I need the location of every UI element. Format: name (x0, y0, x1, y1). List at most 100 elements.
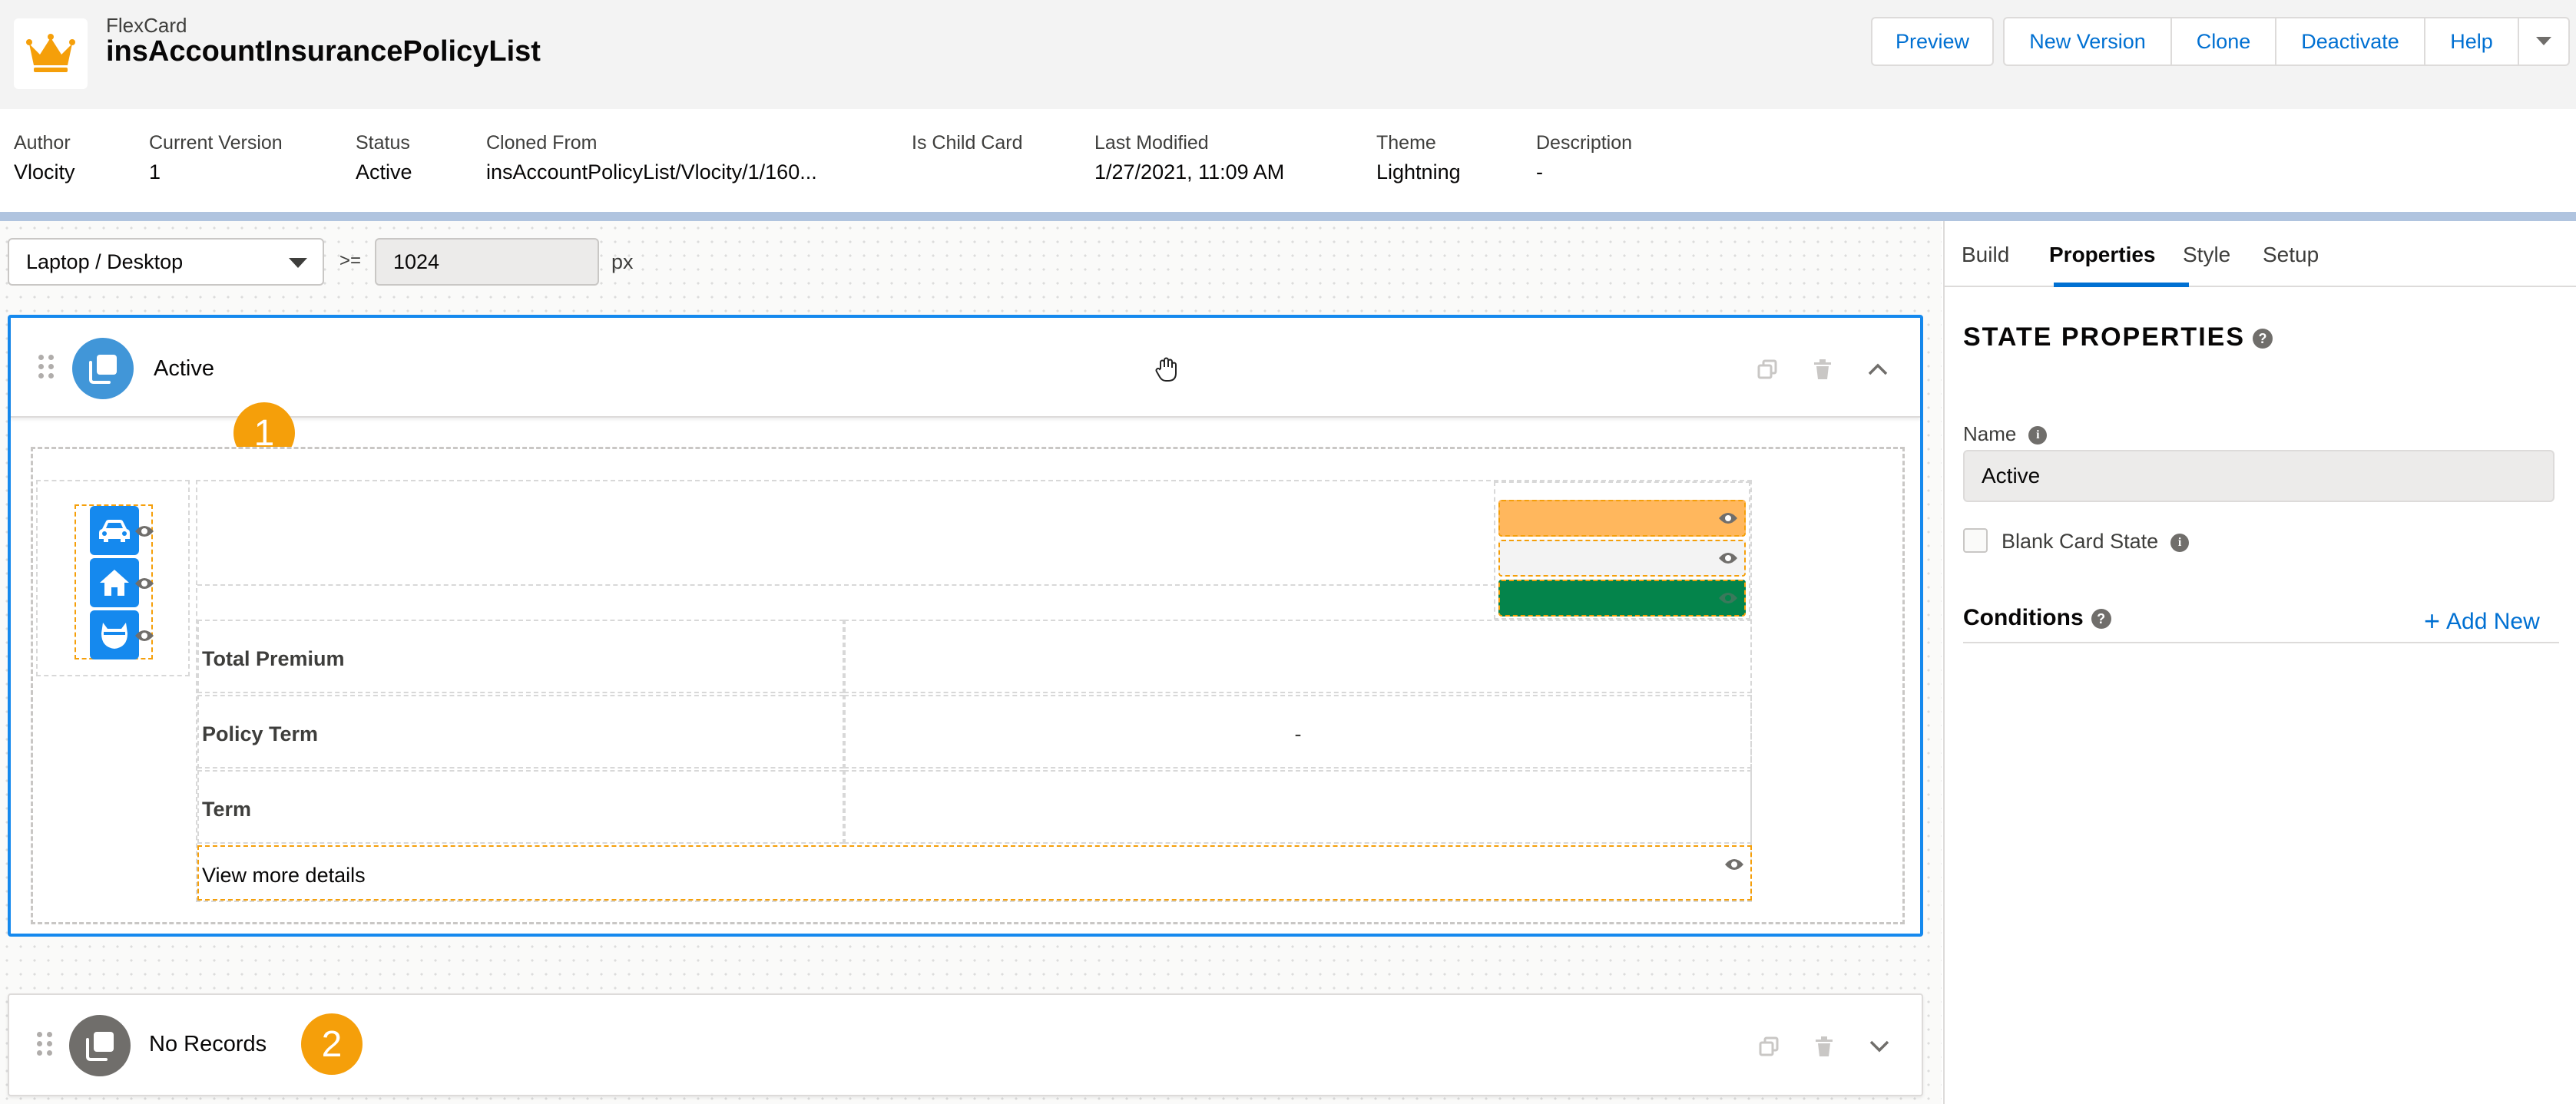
help-button[interactable]: Help (2424, 17, 2519, 66)
app-type-label: FlexCard (106, 14, 187, 37)
deactivate-button[interactable]: Deactivate (2275, 17, 2425, 66)
card-metadata: Author Vlocity Current Version 1 Status … (0, 109, 2576, 212)
view-more-label: View more details (202, 864, 366, 887)
policy-icon-group[interactable] (74, 504, 154, 659)
plus-icon: + (2424, 605, 2441, 636)
clone-state-icon[interactable] (1754, 356, 1780, 382)
meta-value: insAccountPolicyList/Vlocity/1/160... (486, 160, 817, 183)
status-bar-green[interactable] (1498, 580, 1746, 616)
eye-icon[interactable] (134, 629, 154, 643)
meta-description: Description - (1536, 132, 1632, 184)
policy-title-area[interactable] (197, 481, 1495, 586)
drag-handle-icon[interactable] (38, 355, 54, 378)
operator-label: >= (339, 250, 362, 271)
field-label: Term (197, 770, 844, 844)
name-label-text: Name (1963, 422, 2017, 445)
info-icon[interactable]: i (2170, 533, 2190, 552)
copy-icon (89, 355, 117, 384)
chevron-down-icon[interactable] (1866, 1033, 1892, 1059)
clone-button[interactable]: Clone (2170, 17, 2276, 66)
meta-last-modified: Last Modified 1/27/2021, 11:09 AM (1094, 132, 1284, 184)
meta-label: Is Child Card (912, 132, 1023, 154)
delete-state-icon[interactable] (1811, 1033, 1837, 1059)
conditions-title-text: Conditions (1963, 605, 2084, 630)
field-row[interactable]: Term (197, 770, 1752, 844)
divider (1963, 642, 2559, 643)
state-header[interactable]: Active (11, 318, 1920, 418)
device-select[interactable]: Laptop / Desktop (8, 238, 324, 286)
new-version-button[interactable]: New Version (2003, 17, 2172, 66)
preview-button[interactable]: Preview (1871, 17, 1994, 66)
eye-icon[interactable] (1718, 591, 1738, 605)
caret-down-icon (289, 258, 307, 268)
state-no-records[interactable]: No Records 2 (8, 993, 1923, 1096)
field-label: Policy Term (197, 695, 844, 769)
grab-cursor-icon (1154, 356, 1180, 382)
car-icon[interactable] (90, 506, 139, 555)
tab-build[interactable]: Build (1962, 243, 2009, 267)
header: FlexCard insAccountInsurancePolicyList P… (0, 0, 2576, 109)
view-more-details-link[interactable]: View more details (197, 845, 1752, 901)
more-actions-button[interactable] (2518, 17, 2570, 66)
add-new-label: Add New (2446, 609, 2540, 634)
page-title: insAccountInsurancePolicyList (106, 35, 541, 68)
eye-icon[interactable] (1724, 858, 1744, 871)
drag-handle-icon[interactable] (37, 1032, 52, 1056)
info-icon[interactable]: i (2028, 426, 2048, 445)
blank-card-state-checkbox[interactable] (1963, 528, 1988, 553)
clone-state-icon[interactable] (1756, 1033, 1782, 1059)
meta-status: Status Active (356, 132, 412, 184)
pet-icon[interactable] (90, 610, 139, 659)
tab-style[interactable]: Style (2183, 243, 2230, 267)
breakpoint-width-input[interactable]: 1024 (375, 238, 599, 286)
section-title-text: STATE PROPERTIES (1963, 322, 2246, 352)
meta-value: 1 (149, 160, 161, 183)
design-canvas: Laptop / Desktop >= 1024 px Active 1 Tot… (0, 221, 1942, 1104)
state-active[interactable]: Active 1 Total Premium Policy Term - Ter… (8, 315, 1923, 937)
meta-label: Author (14, 132, 71, 154)
add-new-condition-button[interactable]: + Add New (2424, 605, 2540, 637)
blank-card-state-label: Blank Card State i (2002, 530, 2190, 554)
help-icon[interactable]: ? (2091, 609, 2111, 630)
help-icon[interactable]: ? (2253, 329, 2273, 349)
device-select-value: Laptop / Desktop (26, 250, 184, 273)
conditions-title: Conditions? (1963, 605, 2111, 631)
status-bar-gray[interactable] (1498, 540, 1746, 577)
state-name-input[interactable]: Active (1963, 450, 2554, 502)
state-icon (72, 338, 134, 399)
meta-cloned-from: Cloned From insAccountPolicyList/Vlocity… (486, 132, 817, 184)
crown-icon (26, 34, 75, 72)
eye-icon[interactable] (134, 524, 154, 538)
eye-icon[interactable] (1718, 511, 1738, 525)
name-label: Name i (1963, 422, 2048, 446)
meta-label: Description (1536, 132, 1633, 154)
chevron-down-icon (2536, 37, 2551, 45)
delete-state-icon[interactable] (1809, 356, 1836, 382)
meta-theme: Theme Lightning (1376, 132, 1461, 184)
properties-panel: Build Properties Style Setup STATE PROPE… (1943, 221, 2576, 1104)
eye-icon[interactable] (1718, 551, 1738, 565)
state-name: Active (154, 356, 214, 381)
home-icon[interactable] (90, 558, 139, 607)
tab-properties[interactable]: Properties (2049, 243, 2156, 267)
field-value: - (844, 695, 1752, 769)
eye-icon[interactable] (134, 577, 154, 590)
step-marker-2: 2 (301, 1013, 363, 1075)
status-bar-orange[interactable] (1498, 500, 1746, 537)
unit-label: px (611, 250, 634, 273)
meta-value: Lightning (1376, 160, 1461, 183)
chevron-up-icon[interactable] (1865, 356, 1891, 382)
section-title: STATE PROPERTIES? (1963, 322, 2273, 352)
meta-value: 1/27/2021, 11:09 AM (1094, 160, 1285, 183)
meta-is-child-card: Is Child Card (912, 132, 1023, 160)
field-row[interactable]: Policy Term - (197, 695, 1752, 769)
policy-details-column: Total Premium Policy Term - Term View mo… (196, 480, 1752, 902)
meta-value: Active (356, 160, 412, 183)
meta-label: Status (356, 132, 410, 154)
card-preview[interactable]: Total Premium Policy Term - Term View mo… (31, 447, 1905, 924)
policy-icon-column (36, 480, 190, 676)
blank-card-state-text: Blank Card State (2002, 530, 2159, 553)
meta-author: Author Vlocity (14, 132, 75, 184)
field-row[interactable]: Total Premium (197, 620, 1752, 693)
tab-setup[interactable]: Setup (2263, 243, 2319, 267)
